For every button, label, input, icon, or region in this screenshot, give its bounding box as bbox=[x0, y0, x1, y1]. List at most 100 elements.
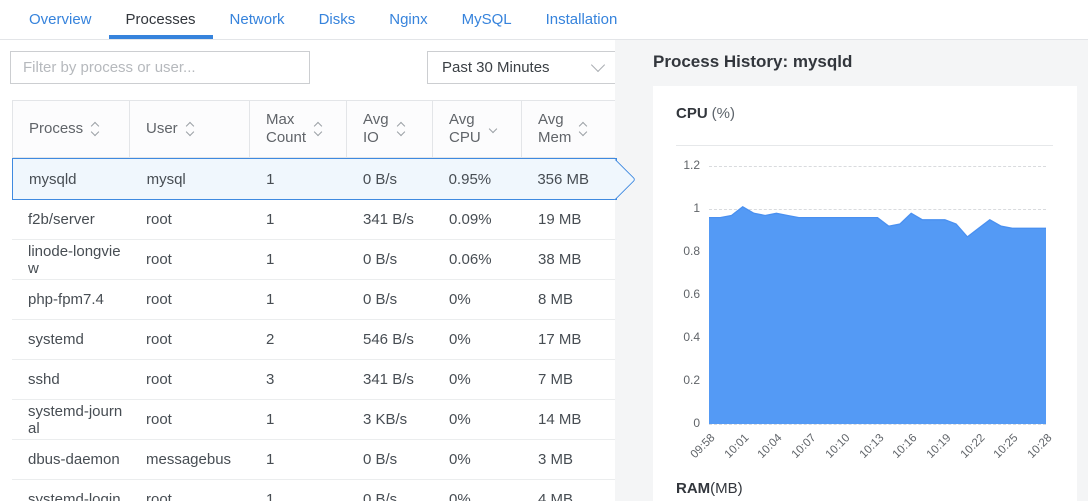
cell-avg-mem: 8 MB bbox=[522, 291, 617, 308]
processes-section: Past 30 Minutes Process User Max Count A… bbox=[0, 40, 615, 501]
cell-max-count: 3 bbox=[250, 371, 347, 388]
filter-input[interactable] bbox=[10, 51, 310, 84]
column-header-max-count[interactable]: Max Count bbox=[250, 101, 347, 157]
sort-icon bbox=[187, 123, 193, 135]
cell-max-count: 1 bbox=[250, 171, 347, 188]
y-axis-tick: 0.8 bbox=[653, 244, 700, 258]
cell-max-count: 1 bbox=[250, 411, 347, 428]
table-row[interactable]: php-fpm7.4root10 B/s0%8 MB bbox=[12, 280, 617, 320]
tab-overview[interactable]: Overview bbox=[12, 0, 109, 39]
x-axis-tick: 10:28 bbox=[1013, 432, 1054, 473]
time-range-select[interactable]: Past 30 Minutes bbox=[427, 51, 618, 84]
ram-unit: (MB) bbox=[710, 480, 743, 497]
cell-process: php-fpm7.4 bbox=[12, 291, 130, 308]
column-header-avg-io[interactable]: Avg IO bbox=[347, 101, 433, 157]
cell-avg-mem: 4 MB bbox=[522, 491, 617, 501]
chevron-down-icon bbox=[591, 58, 605, 72]
cell-avg-mem: 3 MB bbox=[522, 451, 617, 468]
cell-avg-cpu: 0% bbox=[433, 491, 522, 501]
x-axis-tick: 10:19 bbox=[912, 432, 953, 473]
y-axis-tick: 0.6 bbox=[653, 287, 700, 301]
table-row[interactable]: systemdroot2546 B/s0%17 MB bbox=[12, 320, 617, 360]
column-header-process[interactable]: Process bbox=[12, 101, 130, 157]
tab-disks[interactable]: Disks bbox=[302, 0, 373, 39]
column-label: Process bbox=[29, 120, 83, 138]
table-row[interactable]: systemd-loginroot10 B/s0%4 MB bbox=[12, 480, 617, 501]
cell-process: f2b/server bbox=[12, 211, 130, 228]
table-row[interactable]: systemd-journalroot13 KB/s0%14 MB bbox=[12, 400, 617, 440]
cell-max-count: 1 bbox=[250, 211, 347, 228]
cell-avg-mem: 14 MB bbox=[522, 411, 617, 428]
process-history-panel: Process History: mysqld CPU(%) RAM(MB) 1… bbox=[615, 40, 1088, 501]
column-label: Max Count bbox=[266, 111, 306, 147]
cell-max-count: 1 bbox=[250, 251, 347, 268]
table-row[interactable]: mysqldmysql10 B/s0.95%356 MB bbox=[12, 158, 617, 200]
table-row[interactable]: f2b/serverroot1341 B/s0.09%19 MB bbox=[12, 200, 617, 240]
cell-avg-cpu: 0% bbox=[433, 411, 522, 428]
sort-icon bbox=[490, 126, 496, 132]
column-label: Avg IO bbox=[363, 111, 389, 147]
tab-mysql[interactable]: MySQL bbox=[445, 0, 529, 39]
cell-avg-cpu: 0% bbox=[433, 291, 522, 308]
process-table: Process User Max Count Avg IO Avg CPU Av… bbox=[12, 100, 617, 501]
cell-max-count: 2 bbox=[250, 331, 347, 348]
column-header-user[interactable]: User bbox=[130, 101, 250, 157]
table-body: mysqldmysql10 B/s0.95%356 MB f2b/server ro… bbox=[12, 158, 617, 501]
tab-network[interactable]: Network bbox=[213, 0, 302, 39]
tab-installation[interactable]: Installation bbox=[529, 0, 635, 39]
cell-avg-mem: 19 MB bbox=[522, 211, 617, 228]
cell-process: systemd bbox=[12, 331, 130, 348]
cell-max-count: 1 bbox=[250, 451, 347, 468]
cell-avg-mem: 17 MB bbox=[522, 331, 617, 348]
cell-process: systemd-journal bbox=[12, 403, 130, 437]
cell-avg-io: 341 B/s bbox=[347, 211, 433, 228]
cpu-chart-title: CPU(%) bbox=[676, 105, 735, 122]
cell-process: linode-longview bbox=[12, 243, 130, 277]
cell-user: root bbox=[130, 331, 250, 348]
cell-avg-cpu: 0% bbox=[433, 451, 522, 468]
cell-avg-mem: 7 MB bbox=[522, 371, 617, 388]
x-axis-tick: 09:58 bbox=[676, 432, 717, 473]
y-axis-tick: 0.4 bbox=[653, 330, 700, 344]
sort-icon bbox=[315, 123, 321, 135]
cell-avg-cpu: 0.09% bbox=[433, 211, 522, 228]
cell-user: mysql bbox=[131, 171, 251, 188]
cell-avg-io: 0 B/s bbox=[347, 171, 433, 188]
table-row[interactable]: sshdroot3341 B/s0%7 MB bbox=[12, 360, 617, 400]
cell-avg-io: 0 B/s bbox=[347, 251, 433, 268]
sort-icon bbox=[398, 123, 404, 135]
sort-icon bbox=[580, 123, 586, 135]
cell-process: dbus-daemon bbox=[12, 451, 130, 468]
cpu-area-chart bbox=[709, 146, 1046, 424]
sort-icon bbox=[92, 123, 98, 135]
cell-user: root bbox=[130, 251, 250, 268]
cell-avg-io: 0 B/s bbox=[347, 491, 433, 501]
cell-avg-io: 0 B/s bbox=[347, 291, 433, 308]
cell-avg-mem: 38 MB bbox=[522, 251, 617, 268]
cell-process: systemd-login bbox=[12, 491, 130, 501]
cell-avg-io: 546 B/s bbox=[347, 331, 433, 348]
column-header-avg-mem[interactable]: Avg Mem bbox=[522, 101, 617, 157]
column-header-avg-cpu[interactable]: Avg CPU bbox=[433, 101, 522, 157]
panel-title: Process History: mysqld bbox=[653, 52, 1077, 72]
cell-max-count: 1 bbox=[250, 291, 347, 308]
cell-process: mysqld bbox=[13, 171, 131, 188]
cell-process: sshd bbox=[12, 371, 130, 388]
cell-user: root bbox=[130, 371, 250, 388]
y-axis-tick: 0 bbox=[653, 416, 700, 430]
tab-processes[interactable]: Processes bbox=[109, 0, 213, 39]
table-row[interactable]: dbus-daemonmessagebus10 B/s0%3 MB bbox=[12, 440, 617, 480]
cell-avg-cpu: 0% bbox=[433, 371, 522, 388]
history-card: CPU(%) RAM(MB) 1.210.80.60.40.2009:5810:… bbox=[653, 86, 1077, 501]
cell-avg-io: 0 B/s bbox=[347, 451, 433, 468]
column-label: User bbox=[146, 120, 178, 138]
cell-avg-io: 3 KB/s bbox=[347, 411, 433, 428]
cpu-label: CPU bbox=[676, 105, 708, 122]
cell-user: root bbox=[130, 291, 250, 308]
column-label: Avg Mem bbox=[538, 111, 571, 147]
cell-user: root bbox=[130, 411, 250, 428]
table-row[interactable]: linode-longviewroot10 B/s0.06%38 MB bbox=[12, 240, 617, 280]
tab-nginx[interactable]: Nginx bbox=[372, 0, 444, 39]
tab-bar: OverviewProcessesNetworkDisksNginxMySQLI… bbox=[0, 0, 1088, 40]
y-axis-tick: 0.2 bbox=[653, 373, 700, 387]
